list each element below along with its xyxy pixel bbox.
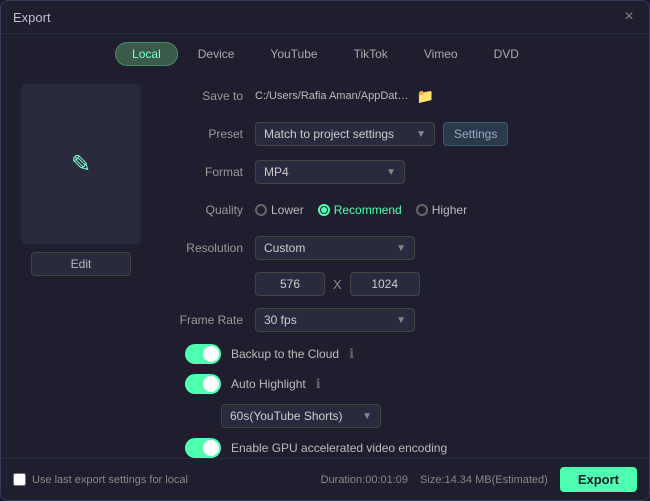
format-row: Format MP4 ▼: [165, 158, 633, 186]
footer-right: Duration:00:01:09 Size:14.34 MB(Estimate…: [321, 467, 637, 492]
duration-info: Duration:00:01:09: [321, 474, 408, 486]
tab-youtube[interactable]: YouTube: [254, 42, 333, 66]
format-label: Format: [165, 165, 255, 179]
titlebar: Export ×: [1, 1, 649, 34]
backup-toggle-knob: [203, 346, 219, 362]
tab-dvd[interactable]: DVD: [478, 42, 535, 66]
resolution-label: Resolution: [165, 241, 255, 255]
auto-highlight-toggle[interactable]: [185, 374, 221, 394]
last-settings-label: Use last export settings for local: [32, 474, 188, 486]
last-settings-checkbox[interactable]: [13, 473, 26, 486]
shorts-row: 60s(YouTube Shorts) ▼: [221, 404, 633, 428]
tab-bar: Local Device YouTube TikTok Vimeo DVD: [1, 34, 649, 72]
format-dropdown-arrow: ▼: [386, 167, 396, 178]
gpu-row: Enable GPU accelerated video encoding: [185, 438, 633, 458]
preset-dropdown-text: Match to project settings: [264, 127, 394, 141]
framerate-row: Frame Rate 30 fps ▼: [165, 306, 633, 334]
preset-row: Preset Match to project settings ▼ Setti…: [165, 120, 633, 148]
save-to-row: Save to C:/Users/Rafia Aman/AppDat… 📁: [165, 82, 633, 110]
backup-toggle[interactable]: [185, 344, 221, 364]
footer: Use last export settings for local Durat…: [1, 458, 649, 500]
resolution-value: Custom ▼: [255, 236, 633, 260]
auto-highlight-info-icon[interactable]: ℹ: [316, 376, 321, 392]
quality-lower-radio[interactable]: [255, 204, 267, 216]
settings-panel: Save to C:/Users/Rafia Aman/AppDat… 📁 Pr…: [161, 72, 649, 458]
format-dropdown-text: MP4: [264, 165, 289, 179]
preset-value: Match to project settings ▼ Settings: [255, 122, 633, 146]
folder-icon[interactable]: 📁: [416, 88, 433, 105]
resolution-dropdown[interactable]: Custom ▼: [255, 236, 415, 260]
quality-recommend-label: Recommend: [334, 203, 402, 217]
tab-device[interactable]: Device: [182, 42, 251, 66]
tab-local[interactable]: Local: [115, 42, 178, 66]
backup-row: Backup to the Cloud ℹ: [185, 344, 633, 364]
quality-recommend-radio[interactable]: [318, 204, 330, 216]
size-info: Size:14.34 MB(Estimated): [420, 474, 548, 486]
dimension-row: X: [255, 272, 633, 296]
gpu-toggle-knob: [203, 440, 219, 456]
quality-higher-label: Higher: [432, 203, 467, 217]
auto-highlight-row: Auto Highlight ℹ: [185, 374, 633, 394]
quality-options: Lower Recommend Higher: [255, 203, 633, 217]
shorts-dropdown[interactable]: 60s(YouTube Shorts) ▼: [221, 404, 381, 428]
edit-button[interactable]: Edit: [31, 252, 131, 276]
dimension-x-separator: X: [333, 277, 342, 292]
window-title: Export: [13, 10, 51, 25]
height-input[interactable]: [350, 272, 420, 296]
tab-tiktok[interactable]: TikTok: [338, 42, 404, 66]
tab-vimeo[interactable]: Vimeo: [408, 42, 474, 66]
save-path-text: C:/Users/Rafia Aman/AppDat…: [255, 90, 408, 102]
quality-lower-option[interactable]: Lower: [255, 203, 304, 217]
export-button[interactable]: Export: [560, 467, 637, 492]
settings-button[interactable]: Settings: [443, 122, 508, 146]
footer-left: Use last export settings for local: [13, 473, 188, 486]
pencil-icon: ✎: [71, 150, 91, 179]
resolution-dropdown-arrow: ▼: [396, 243, 406, 254]
resolution-dropdown-text: Custom: [264, 241, 305, 255]
framerate-dropdown-text: 30 fps: [264, 313, 297, 327]
preset-label: Preset: [165, 127, 255, 141]
quality-row: Quality Lower Recommend Higher: [165, 196, 633, 224]
preview-panel: ✎ Edit: [1, 72, 161, 458]
quality-label: Quality: [165, 203, 255, 217]
backup-label: Backup to the Cloud: [231, 347, 339, 361]
shorts-dropdown-text: 60s(YouTube Shorts): [230, 409, 343, 423]
quality-higher-radio[interactable]: [416, 204, 428, 216]
backup-info-icon[interactable]: ℹ: [349, 346, 354, 362]
preset-dropdown[interactable]: Match to project settings ▼: [255, 122, 435, 146]
gpu-label: Enable GPU accelerated video encoding: [231, 441, 447, 455]
format-dropdown[interactable]: MP4 ▼: [255, 160, 405, 184]
framerate-dropdown-arrow: ▼: [396, 315, 406, 326]
framerate-dropdown[interactable]: 30 fps ▼: [255, 308, 415, 332]
export-window: Export × Local Device YouTube TikTok Vim…: [0, 0, 650, 501]
shorts-dropdown-arrow: ▼: [362, 411, 372, 422]
close-button[interactable]: ×: [621, 9, 637, 25]
save-to-label: Save to: [165, 89, 255, 103]
preset-dropdown-arrow: ▼: [416, 129, 426, 140]
resolution-row: Resolution Custom ▼: [165, 234, 633, 262]
quality-lower-label: Lower: [271, 203, 304, 217]
radio-inner-dot: [321, 207, 327, 213]
auto-highlight-toggle-knob: [203, 376, 219, 392]
format-value: MP4 ▼: [255, 160, 633, 184]
preview-thumbnail: ✎: [21, 84, 141, 244]
quality-higher-option[interactable]: Higher: [416, 203, 467, 217]
framerate-label: Frame Rate: [165, 313, 255, 327]
gpu-toggle[interactable]: [185, 438, 221, 458]
auto-highlight-label: Auto Highlight: [231, 377, 306, 391]
quality-recommend-option[interactable]: Recommend: [318, 203, 402, 217]
width-input[interactable]: [255, 272, 325, 296]
save-to-value: C:/Users/Rafia Aman/AppDat… 📁: [255, 88, 633, 105]
framerate-value: 30 fps ▼: [255, 308, 633, 332]
main-content: ✎ Edit Save to C:/Users/Rafia Aman/AppDa…: [1, 72, 649, 458]
